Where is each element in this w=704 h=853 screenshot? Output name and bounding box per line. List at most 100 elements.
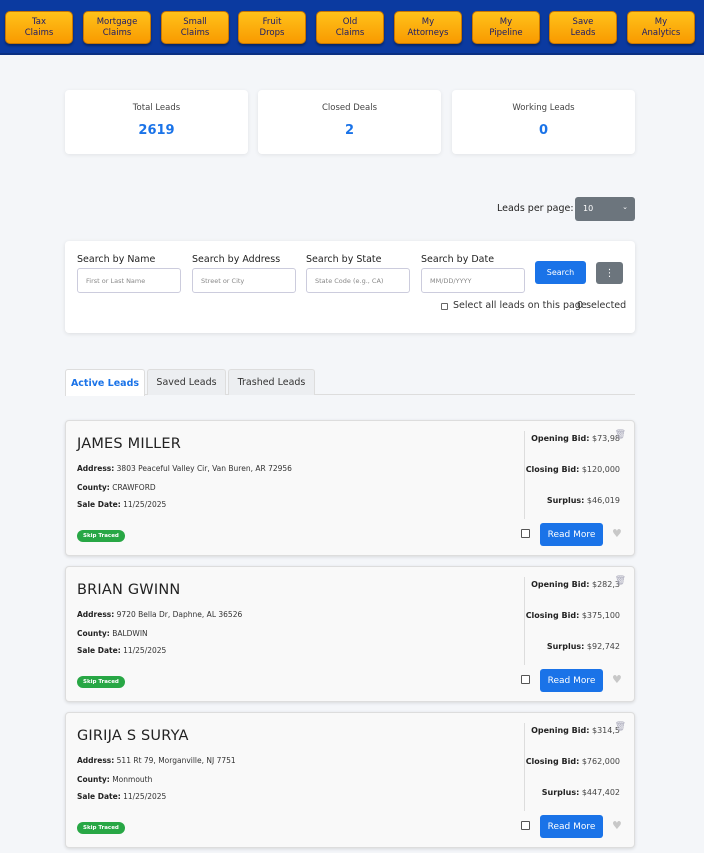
surplus-value: $46,019 [586,496,620,505]
sale-date-value: 11/25/2025 [123,500,167,509]
closing-bid: Closing Bid: $762,000 [526,757,620,766]
search-date-input[interactable] [421,268,525,293]
county-label: County: [77,483,110,492]
nav-mortgage-claims[interactable]: Mortgage Claims [83,11,151,44]
closing-bid-value: $762,000 [581,757,620,766]
surplus-value: $447,402 [581,788,620,797]
closing-bid-label: Closing Bid: [525,611,580,620]
lead-name: JAMES MILLER [77,436,182,452]
closing-bid-label: Closing Bid: [525,465,580,474]
card-divider [524,431,525,519]
heart-icon[interactable]: ♥ [612,673,622,686]
opening-bid: Opening Bid: $282,3 [531,580,620,589]
skip-traced-badge: Skip Traced [77,530,125,542]
address-value: 3803 Peaceful Valley Cir, Van Buren, AR … [116,464,292,473]
search-panel: Search by Name Search by Address Search … [65,241,635,333]
read-more-button[interactable]: Read More [540,523,603,546]
surplus: Surplus: $92,742 [547,642,620,651]
closing-bid-value: $120,000 [581,465,620,474]
trash-icon[interactable]: 🗑 [615,576,626,586]
sale-date-value: 11/25/2025 [123,646,167,655]
closing-bid: Closing Bid: $375,100 [526,611,620,620]
lead-address: Address: 511 Rt 79, Morganville, NJ 7751 [77,756,236,765]
stat-value: 0 [538,123,549,138]
selected-count: 0 selected [577,300,627,311]
county-value: CRAWFORD [112,483,156,492]
select-all-checkbox[interactable] [441,303,448,310]
trash-icon[interactable]: 🗑 [615,430,626,440]
stat-label: Closed Deals [321,103,378,113]
lead-county: County: Monmouth [77,775,152,784]
read-more-button[interactable]: Read More [540,815,603,838]
heart-icon[interactable]: ♥ [612,819,622,832]
skip-traced-badge: Skip Traced [77,676,125,688]
stat-label: Total Leads [132,103,181,113]
top-navigation: Tax Claims Mortgage Claims Small Claims … [0,0,704,55]
closing-bid: Closing Bid: $120,000 [526,465,620,474]
lead-county: County: CRAWFORD [77,483,156,492]
address-label: Address: [77,756,115,765]
opening-bid: Opening Bid: $314,5 [531,726,620,735]
search-date-label: Search by Date [421,254,495,265]
address-value: 511 Rt 79, Morganville, NJ 7751 [116,756,236,765]
skip-traced-badge: Skip Traced [77,822,125,834]
stat-value: 2619 [138,123,175,138]
stat-value: 2 [344,123,355,138]
lead-card: JAMES MILLER Address: 3803 Peaceful Vall… [65,420,635,556]
stat-total-leads: Total Leads 2619 [65,90,248,154]
tab-active-leads[interactable]: Active Leads [65,369,145,396]
tab-saved-leads[interactable]: Saved Leads [147,369,226,395]
sale-date-label: Sale Date: [77,792,121,801]
surplus-value: $92,742 [586,642,620,651]
tab-trashed-leads[interactable]: Trashed Leads [228,369,315,395]
nav-small-claims[interactable]: Small Claims [161,11,229,44]
lead-sale-date: Sale Date: 11/25/2025 [77,646,166,655]
address-label: Address: [77,464,115,473]
search-button[interactable]: Search [535,261,586,284]
lead-name: BRIAN GWINN [77,582,181,598]
lead-checkbox[interactable] [521,675,530,684]
stat-label: Working Leads [512,103,575,113]
search-state-input[interactable] [306,268,410,293]
lead-card: GIRIJA S SURYA Address: 511 Rt 79, Morga… [65,712,635,848]
nav-my-attorneys[interactable]: My Attorneys [394,11,462,44]
opening-bid-label: Opening Bid: [531,726,590,735]
card-divider [524,723,525,811]
lead-name: GIRIJA S SURYA [77,728,189,744]
nav-old-claims[interactable]: Old Claims [316,11,384,44]
lead-card: BRIAN GWINN Address: 9720 Bella Dr, Daph… [65,566,635,702]
nav-tax-claims[interactable]: Tax Claims [5,11,73,44]
search-state-label: Search by State [306,254,382,265]
lead-county: County: BALDWIN [77,629,148,638]
address-value: 9720 Bella Dr, Daphne, AL 36526 [116,610,243,619]
nav-my-pipeline[interactable]: My Pipeline [472,11,540,44]
more-options-button[interactable]: ⋮ [596,262,623,284]
search-name-label: Search by Name [77,254,156,265]
nav-save-leads[interactable]: Save Leads [549,11,617,44]
lead-checkbox[interactable] [521,529,530,538]
search-address-input[interactable] [192,268,296,293]
leads-per-page-label: Leads per page: [497,203,574,214]
county-value: Monmouth [112,775,153,784]
surplus-label: Surplus: [546,496,585,505]
county-label: County: [77,629,110,638]
sale-date-label: Sale Date: [77,500,121,509]
nav-my-analytics[interactable]: My Analytics [627,11,695,44]
stat-closed-deals: Closed Deals 2 [258,90,441,154]
trash-icon[interactable]: 🗑 [615,722,626,732]
lead-sale-date: Sale Date: 11/25/2025 [77,500,166,509]
closing-bid-value: $375,100 [581,611,620,620]
opening-bid-label: Opening Bid: [531,580,590,589]
lead-address: Address: 9720 Bella Dr, Daphne, AL 36526 [77,610,242,619]
lead-checkbox[interactable] [521,821,530,830]
opening-bid: Opening Bid: $73,98 [531,434,620,443]
read-more-button[interactable]: Read More [540,669,603,692]
nav-fruit-drops[interactable]: Fruit Drops [238,11,306,44]
heart-icon[interactable]: ♥ [612,527,622,540]
leads-per-page-select[interactable]: 10 ⌄ [575,197,635,221]
closing-bid-label: Closing Bid: [525,757,580,766]
surplus-label: Surplus: [546,642,585,651]
search-name-input[interactable] [77,268,181,293]
opening-bid-label: Opening Bid: [531,434,590,443]
lead-sale-date: Sale Date: 11/25/2025 [77,792,166,801]
